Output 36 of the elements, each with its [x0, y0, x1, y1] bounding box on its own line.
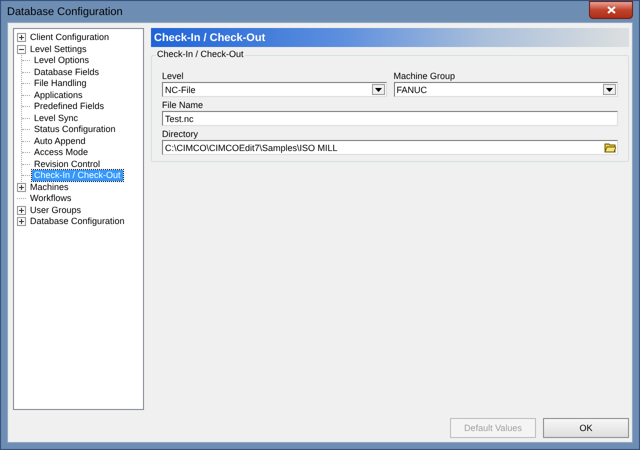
directory-field[interactable]: C:\CIMCO\CIMCOEdit7\Samples\ISO MILL	[162, 140, 618, 155]
expand-icon[interactable]	[17, 206, 26, 215]
level-dropdown[interactable]: NC-File	[162, 82, 386, 97]
tree-item[interactable]: Database Configuration	[28, 216, 127, 228]
panel-header: Check-In / Check-Out	[151, 28, 629, 47]
group-title: Check-In / Check-Out	[156, 49, 245, 59]
tree-item[interactable]: Predefined Fields	[32, 101, 106, 112]
expand-icon[interactable]	[17, 33, 26, 42]
expand-icon[interactable]	[17, 217, 26, 226]
field-label: Directory	[162, 128, 200, 140]
tree-item[interactable]: Status Configuration	[32, 124, 118, 136]
tree-item[interactable]: Applications	[32, 90, 85, 101]
tree-item[interactable]: Level Options	[32, 55, 92, 66]
tree-item[interactable]: User Groups	[28, 204, 84, 216]
machine-group-dropdown[interactable]: FANUC	[394, 82, 618, 97]
tree-item[interactable]: Access Mode	[32, 147, 90, 158]
field-label: Machine Group	[394, 70, 456, 82]
close-icon	[606, 6, 616, 14]
file-name-field[interactable]: Test.nc	[162, 111, 618, 126]
close-button[interactable]	[589, 1, 633, 19]
tree-item[interactable]: Workflows	[28, 193, 74, 204]
tree-item[interactable]: Machines	[28, 182, 71, 193]
dialog-button[interactable]: OK	[543, 418, 629, 438]
tree-item[interactable]: Client Configuration	[28, 32, 112, 44]
tree-item[interactable]: Database Fields	[32, 66, 102, 78]
tree-item[interactable]: File Handling	[32, 78, 89, 90]
tree-item[interactable]: Auto Append	[32, 136, 88, 147]
window-title: Database Configuration	[7, 6, 123, 18]
tree-item[interactable]: Level Settings	[28, 44, 89, 55]
tree-item[interactable]: Revision Control	[32, 158, 102, 170]
field-label: Level	[162, 70, 185, 82]
expand-icon[interactable]	[17, 182, 26, 192]
folder-icon[interactable]	[604, 142, 616, 153]
field-label: File Name	[162, 99, 204, 111]
tree-item[interactable]: Level Sync	[32, 112, 80, 124]
collapse-icon[interactable]	[17, 44, 26, 54]
